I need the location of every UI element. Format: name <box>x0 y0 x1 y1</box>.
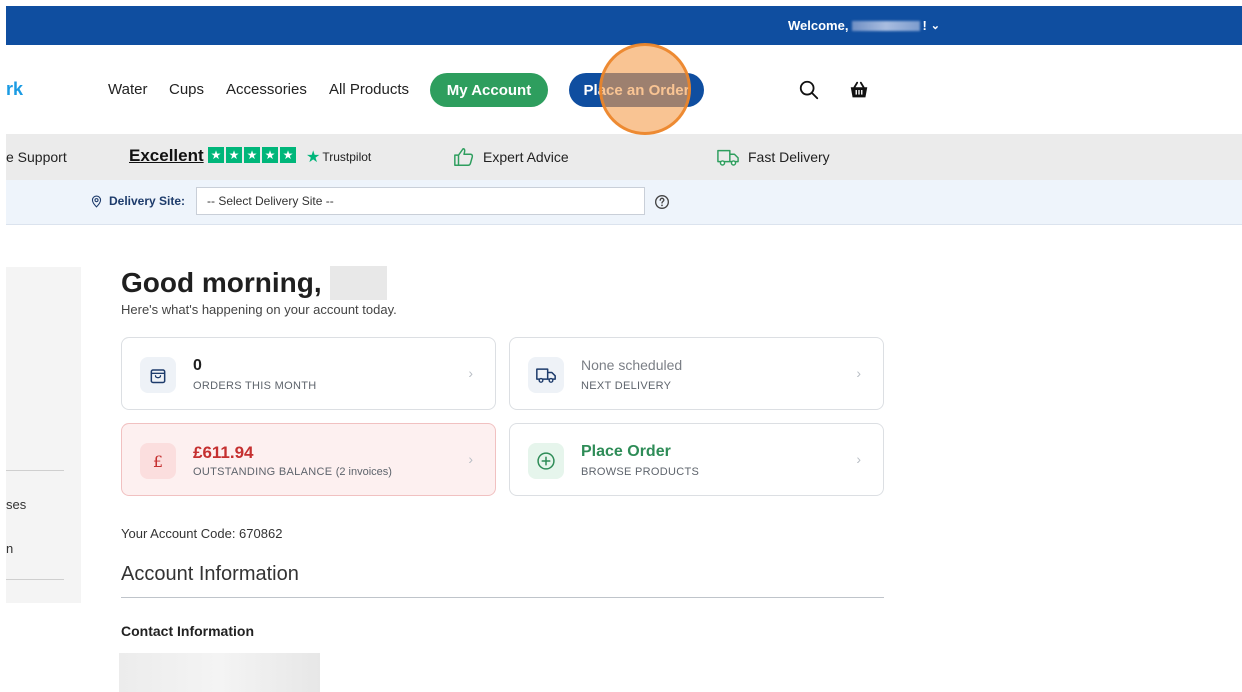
welcome-prefix: Welcome, <box>788 18 849 33</box>
place-order-card[interactable]: Place Order BROWSE PRODUCTS › <box>509 423 884 496</box>
left-edge <box>0 0 6 692</box>
user-name-redacted <box>852 20 921 31</box>
page-greeting: Good morning, <box>121 266 387 300</box>
search-icon[interactable] <box>798 79 820 101</box>
nav-link-accessories[interactable]: Accessories <box>226 81 307 98</box>
chevron-right-icon: › <box>856 451 861 467</box>
sidebar-item-1[interactable]: ses <box>6 497 26 512</box>
orders-label: ORDERS THIS MONTH <box>193 380 317 392</box>
welcome-menu[interactable]: Welcome, ! ⌄ <box>788 18 940 33</box>
trustpilot-logo: ★ Trustpilot <box>306 147 371 167</box>
truck-icon <box>528 357 564 393</box>
contact-information-heading: Contact Information <box>121 623 254 639</box>
delivery-site-text: Delivery Site: <box>109 194 186 208</box>
fast-delivery: Fast Delivery <box>716 146 830 168</box>
greeting-text: Good morning, <box>121 267 322 298</box>
delivery-site-select[interactable]: -- Select Delivery Site -- <box>196 187 645 215</box>
sidebar-divider <box>6 470 64 471</box>
logo[interactable]: rk <box>6 79 23 100</box>
nav-link-water[interactable]: Water <box>108 81 147 98</box>
click-indicator <box>599 43 691 135</box>
next-delivery-card[interactable]: None scheduled NEXT DELIVERY › <box>509 337 884 410</box>
fast-delivery-label: Fast Delivery <box>748 149 830 165</box>
place-order-title: Place Order <box>581 443 671 460</box>
sidebar-divider <box>6 579 64 580</box>
account-code: Your Account Code: 670862 <box>121 526 283 541</box>
next-delivery-label: NEXT DELIVERY <box>581 380 672 392</box>
expert-advice-label: Expert Advice <box>483 149 569 165</box>
section-divider <box>121 597 884 598</box>
balance-label: OUTSTANDING BALANCE (2 invoices) <box>193 466 392 478</box>
orders-this-month-card[interactable]: 0 ORDERS THIS MONTH › <box>121 337 496 410</box>
nav-link-cups[interactable]: Cups <box>169 81 204 98</box>
help-icon[interactable] <box>654 194 670 210</box>
sidebar-item-2[interactable]: n <box>6 541 13 556</box>
trust-bar: e Support Excellent ★ ★ ★ ★ ★ ★ Trustpil… <box>6 134 1242 180</box>
trustpilot-label: Trustpilot <box>322 150 372 164</box>
shopping-bag-icon <box>140 357 176 393</box>
trustpilot-star-icon: ★ <box>306 149 321 166</box>
chevron-right-icon: › <box>468 451 473 467</box>
browse-products-label: BROWSE PRODUCTS <box>581 466 700 478</box>
truck-icon <box>717 149 739 166</box>
account-information-heading: Account Information <box>121 563 299 585</box>
account-sidebar: ses n <box>6 267 81 603</box>
location-pin-icon <box>91 195 102 208</box>
next-delivery-value: None scheduled <box>581 357 683 373</box>
orders-count: 0 <box>193 357 202 374</box>
welcome-suffix: ! <box>922 18 927 33</box>
trustpilot-excellent-link[interactable]: Excellent <box>129 146 204 166</box>
support-label: e Support <box>6 149 67 165</box>
chevron-down-icon: ⌄ <box>930 20 941 32</box>
balance-value: £611.94 <box>193 443 254 462</box>
delivery-site-bar: Delivery Site: -- Select Delivery Site -… <box>6 180 1242 225</box>
contact-details-redacted <box>119 653 320 692</box>
my-account-button[interactable]: My Account <box>430 73 548 107</box>
plus-circle-icon <box>528 443 564 479</box>
star-icon: ★ <box>226 147 242 163</box>
pound-icon: £ <box>140 443 176 479</box>
expert-advice: Expert Advice <box>453 146 569 168</box>
thumbs-up-icon <box>454 148 474 166</box>
chevron-right-icon: › <box>856 365 861 381</box>
basket-icon[interactable] <box>848 79 870 101</box>
balance-invoice-count: (2 invoices) <box>335 466 392 478</box>
nav-link-all-products[interactable]: All Products <box>329 81 409 98</box>
user-name-redacted <box>329 266 387 300</box>
top-bar: Welcome, ! ⌄ <box>6 6 1242 45</box>
page-subtitle: Here's what's happening on your account … <box>121 302 397 317</box>
star-icon: ★ <box>244 147 260 163</box>
star-icon: ★ <box>262 147 278 163</box>
star-icon: ★ <box>280 147 296 163</box>
star-icon: ★ <box>208 147 224 163</box>
chevron-right-icon: › <box>468 365 473 381</box>
trustpilot-stars: ★ ★ ★ ★ ★ <box>208 147 296 163</box>
outstanding-balance-card[interactable]: £ £611.94 OUTSTANDING BALANCE (2 invoice… <box>121 423 496 496</box>
delivery-site-label: Delivery Site: <box>90 194 185 208</box>
balance-label-text: OUTSTANDING BALANCE <box>193 466 333 478</box>
